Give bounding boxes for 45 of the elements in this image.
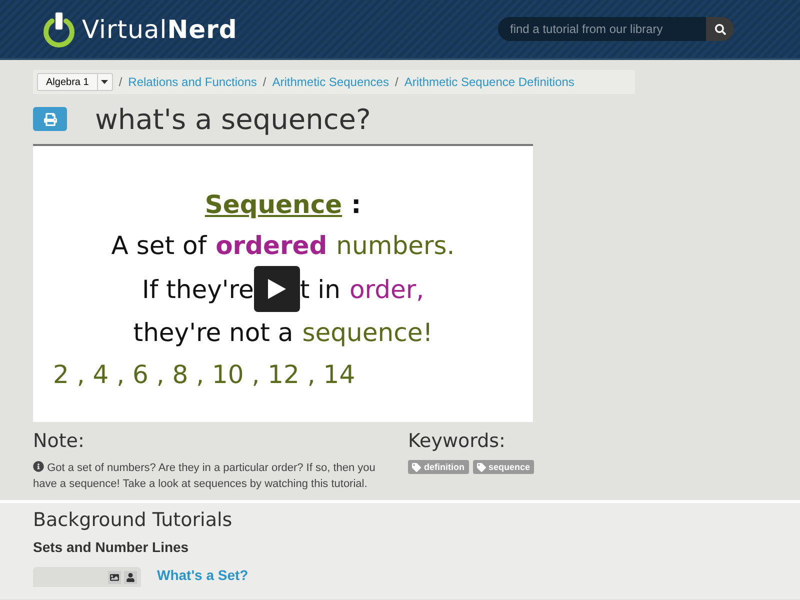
breadcrumb-separator: / bbox=[118, 75, 122, 89]
tutorial-link[interactable]: What's a Set? bbox=[157, 567, 248, 587]
tutorial-thumbnail[interactable] bbox=[33, 567, 141, 587]
slide-numbers: 2 , 4 , 6 , 8 , 10 , 12 , 14 bbox=[53, 359, 356, 391]
site-logo[interactable]: VirtualNerd bbox=[82, 14, 238, 44]
tag-icon bbox=[412, 462, 421, 472]
note-heading: Note: bbox=[33, 430, 86, 452]
printer-icon bbox=[44, 112, 56, 126]
search-button[interactable] bbox=[706, 17, 734, 41]
breadcrumb-separator: / bbox=[262, 75, 266, 89]
keywords-heading: Keywords: bbox=[408, 430, 506, 452]
search-icon bbox=[714, 24, 726, 34]
keyword-tag[interactable]: sequence bbox=[472, 460, 534, 474]
caret-icon bbox=[101, 80, 108, 84]
search-field[interactable]: find a tutorial from our library bbox=[498, 22, 706, 36]
breadcrumb-link[interactable]: Arithmetic Sequence Definitions bbox=[404, 75, 574, 89]
play-button[interactable] bbox=[254, 266, 300, 312]
course-dropdown[interactable]: Algebra 1 bbox=[37, 73, 113, 91]
power-logo-icon bbox=[42, 10, 76, 48]
keyword-tag[interactable]: definition bbox=[408, 460, 468, 474]
play-icon bbox=[268, 279, 286, 299]
print-button[interactable] bbox=[33, 107, 67, 131]
search-bar[interactable]: find a tutorial from our library bbox=[498, 17, 734, 41]
slide-text: numbers. bbox=[336, 230, 455, 262]
info-icon bbox=[33, 461, 44, 472]
slide-text: order, bbox=[349, 274, 424, 306]
note-text: Got a set of numbers? Are they in a particular order? If so, then you have a sequence! Take a look at sequences by watching this tutorial. bbox=[33, 460, 376, 492]
slide-text: A set of bbox=[111, 230, 207, 262]
group-heading: Sets and Number Lines bbox=[33, 539, 190, 555]
slide-text: Sequence bbox=[204, 189, 342, 221]
slide-text: ordered bbox=[216, 230, 328, 262]
breadcrumb-link[interactable]: Arithmetic Sequences bbox=[272, 75, 389, 89]
video-player[interactable]: Sequence : A set of ordered numbers. If they're t in order, they're not a sequence! 2 , 4 , 6 , 8 , 10 , 12 , 14 bbox=[33, 144, 533, 422]
slide-text: they're not a bbox=[133, 317, 294, 349]
breadcrumb-link[interactable]: Relations and Functions bbox=[128, 75, 257, 89]
slide-text: t in bbox=[300, 274, 340, 306]
slide-text: : bbox=[351, 189, 362, 221]
tag-icon bbox=[476, 462, 486, 472]
breadcrumb-separator: / bbox=[394, 75, 398, 89]
image-icon bbox=[110, 573, 119, 582]
slide-text: If they're bbox=[142, 274, 254, 306]
person-icon bbox=[126, 573, 135, 582]
slide-text: sequence! bbox=[302, 317, 433, 349]
page-title: what's a sequence? bbox=[95, 102, 371, 136]
section-heading: Background Tutorials bbox=[33, 509, 234, 531]
